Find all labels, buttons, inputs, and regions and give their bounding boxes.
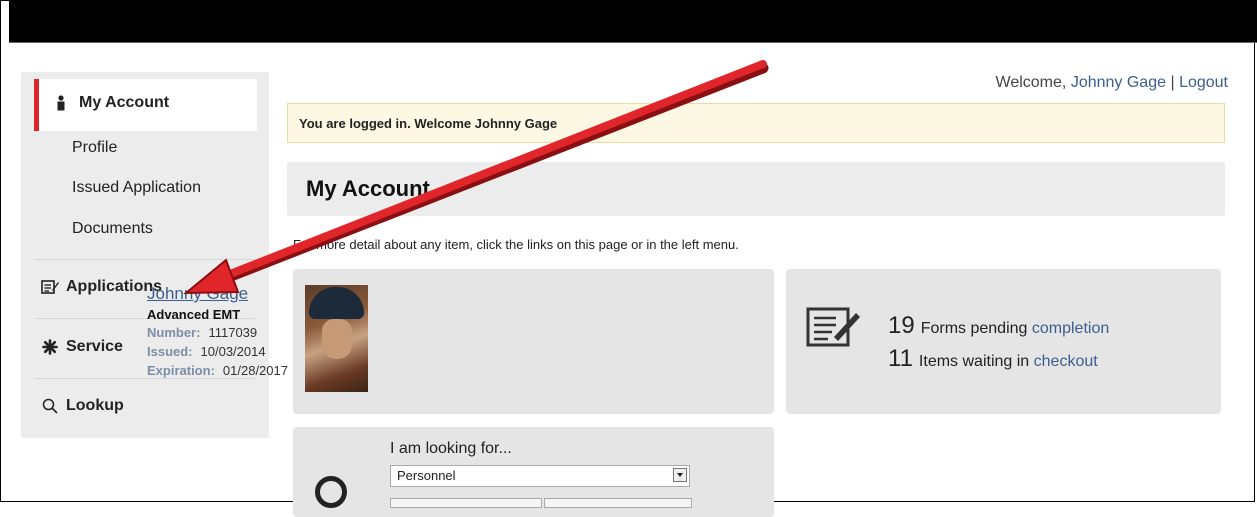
edit-form-icon — [40, 279, 60, 295]
user-icon — [51, 95, 71, 111]
chevron-down-icon[interactable] — [673, 468, 687, 482]
sidebar-item-issued-application[interactable]: Issued Application — [72, 179, 201, 197]
face-shape — [322, 319, 352, 359]
profile-card — [293, 269, 774, 414]
cert-number: Number: 1117039 — [147, 325, 258, 340]
top-bar — [9, 0, 1257, 42]
profile-photo — [305, 285, 368, 392]
certification-level: Advanced EMT — [147, 307, 241, 322]
page-title: My Account — [306, 176, 430, 201]
sidebar-divider — [35, 259, 255, 260]
top-bar-divider — [9, 42, 1257, 43]
lookup-input-left[interactable] — [390, 498, 542, 508]
profile-name-link[interactable]: Johnny Gage — [147, 284, 248, 304]
logout-link[interactable]: Logout — [1179, 74, 1228, 91]
welcome-text: Welcome, Johnny Gage | Logout — [995, 74, 1228, 91]
helmet-shape — [309, 287, 364, 319]
checkout-stat: 11 Items waiting in checkout — [888, 345, 1098, 372]
lookup-title: I am looking for... — [390, 440, 512, 457]
completion-link[interactable]: completion — [1032, 320, 1109, 337]
forms-pending-stat: 19 Forms pending completion — [888, 312, 1110, 339]
sidebar: My Account Profile Issued Application Do… — [21, 72, 269, 438]
cert-issued: Issued: 10/03/2014 — [147, 344, 266, 359]
cert-expiration: Expiration: 01/28/2017 — [147, 363, 288, 378]
checkout-link[interactable]: checkout — [1034, 353, 1098, 370]
login-alert: You are logged in. Welcome Johnny Gage — [287, 103, 1225, 143]
stats-card — [786, 269, 1221, 414]
lookup-input-right[interactable] — [544, 498, 692, 508]
info-text: For more detail about any item, click th… — [293, 237, 739, 252]
sidebar-item-label: Lookup — [66, 397, 124, 414]
forms-edit-icon — [806, 305, 862, 354]
sidebar-item-label: Service — [66, 338, 123, 355]
sidebar-item-lookup[interactable]: Lookup — [40, 397, 124, 415]
lookup-search-icon — [315, 476, 347, 508]
search-icon — [40, 398, 60, 414]
sidebar-item-label: My Account — [79, 94, 170, 111]
asterisk-icon — [40, 339, 60, 355]
sidebar-item-documents[interactable]: Documents — [72, 220, 153, 238]
sidebar-active-indicator — [34, 79, 39, 131]
lookup-select[interactable]: Personnel — [390, 465, 690, 487]
user-name-link[interactable]: Johnny Gage — [1071, 74, 1166, 91]
sidebar-item-applications[interactable]: Applications — [40, 278, 162, 296]
sidebar-item-my-account[interactable]: My Account — [51, 94, 169, 112]
sidebar-item-profile[interactable]: Profile — [72, 139, 117, 157]
sidebar-divider — [35, 378, 255, 379]
sidebar-item-service[interactable]: Service — [40, 338, 123, 356]
page-title-bar: My Account — [287, 162, 1225, 216]
